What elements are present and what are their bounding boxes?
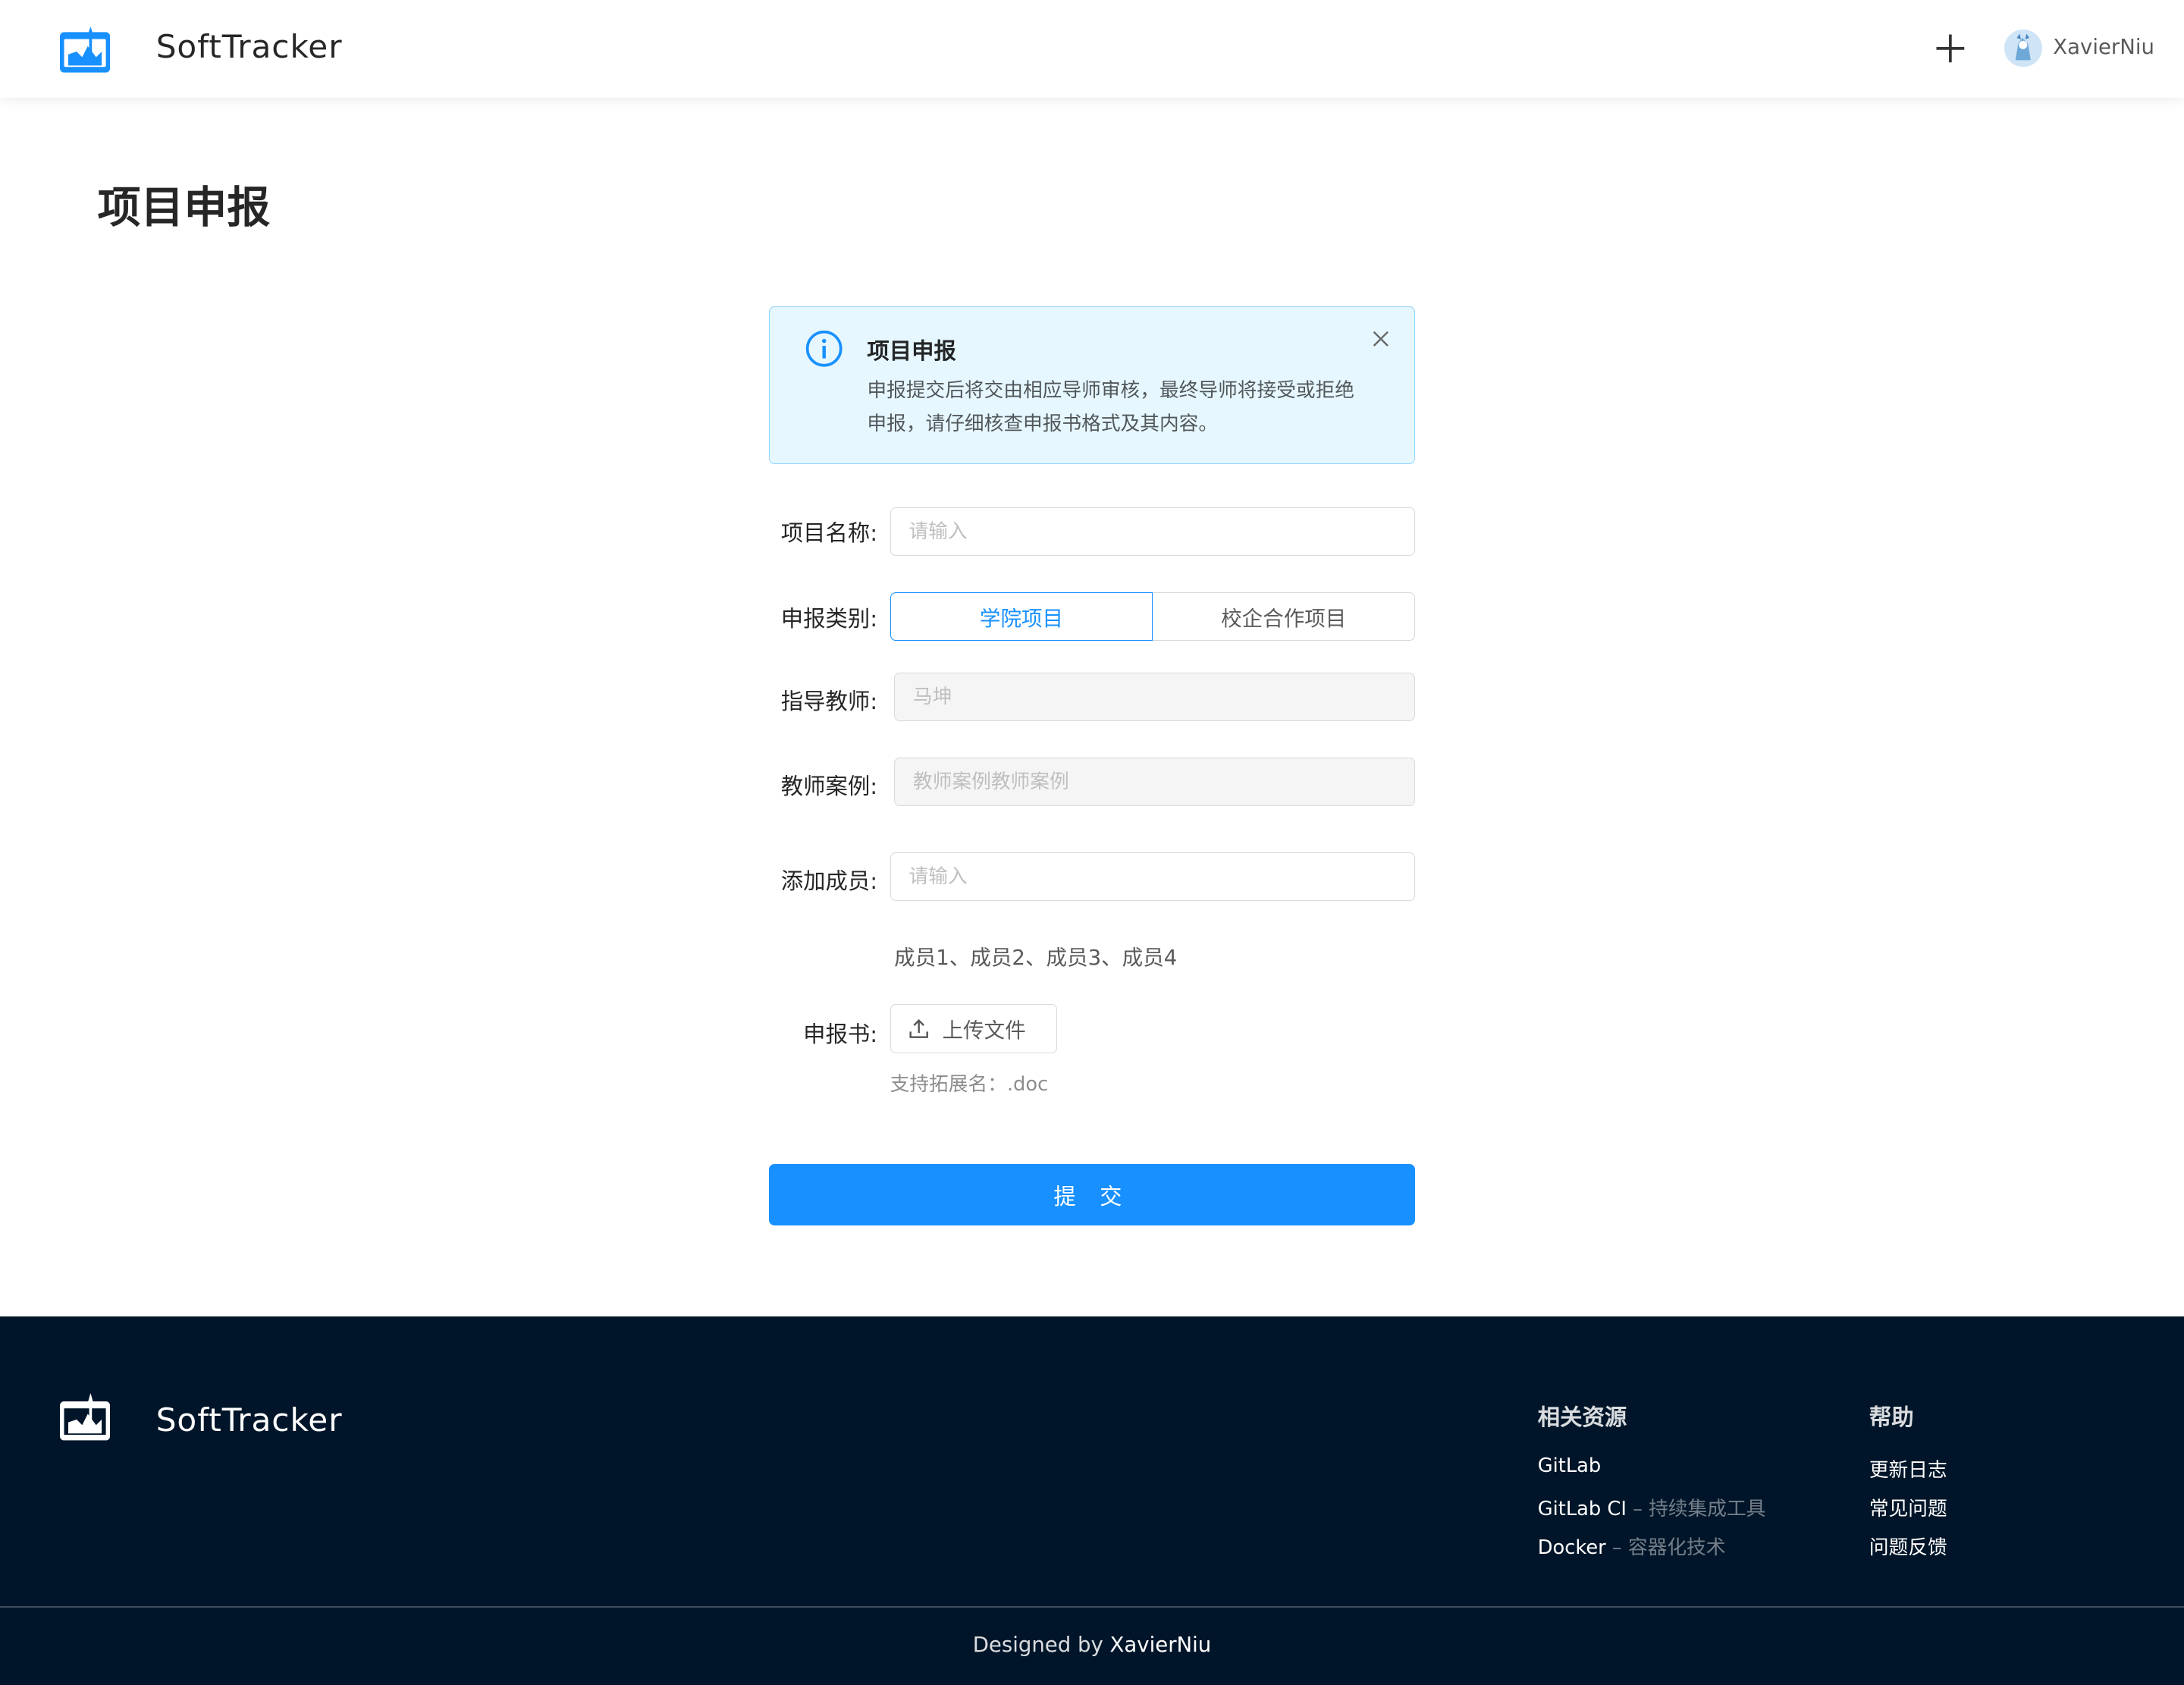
footer-link-docker[interactable]: Docker – 容器化技术 [1538,1532,1726,1560]
resources-title: 相关资源 [1537,1404,1627,1430]
footer-credits: Designed by XavierNiu [0,1633,2184,1657]
footer-brand-name: SoftTracker [155,1401,343,1439]
member-list: 成员1、成员2、成员3、成员4 [894,945,1178,970]
upload-icon [909,1018,928,1038]
designer-name[interactable]: XavierNiu [1110,1633,1212,1657]
footer-link-gitlab-ci-desc: 持续集成工具 [1649,1497,1766,1520]
footer-link-feedback[interactable]: 问题反馈 [1869,1532,1947,1560]
footer-link-faq[interactable]: 常见问题 [1869,1493,1947,1521]
brand-name[interactable]: SoftTracker [156,28,343,65]
footer-link-changelog[interactable]: 更新日志 [1869,1454,1947,1483]
category-label: 申报类别: [780,606,878,632]
footer-link-gitlab-name: GitLab [1537,1454,1602,1477]
teacher-case-input [894,758,1416,807]
softtracker-logo-icon [59,1392,111,1441]
upload-hint: 支持拓展名：.doc [890,1072,1049,1096]
footer-link-gitlab-ci-name: GitLab CI [1537,1497,1627,1520]
footer-divider [0,1605,2184,1608]
footer-link-docker-name: Docker [1537,1536,1606,1560]
help-title: 帮助 [1869,1404,1914,1430]
footer-link-docker-desc: 容器化技术 [1627,1536,1726,1560]
page-footer: SoftTracker 相关资源 GitLab GitLab CI – 持续集成… [0,1316,2184,1685]
project-name-label: 项目名称: [780,519,878,546]
alert-description: 申报提交后将交由相应导师审核，最终导师将接受或拒绝申报，请仔细核查申报书格式及其… [867,379,1354,436]
category-option-enterprise[interactable]: 校企合作项目 [1153,591,1416,641]
add-member-label: 添加成员: [780,868,878,894]
upload-file-button[interactable]: 上传文件 [890,1004,1058,1053]
plus-icon[interactable] [1932,30,1969,67]
project-name-input[interactable] [890,507,1416,556]
user-avatar[interactable] [2004,29,2042,67]
page-title: 项目申报 [97,182,271,233]
add-member-input[interactable] [890,852,1416,902]
alert-title: 项目申报 [867,337,956,364]
submit-button[interactable]: 提 交 [768,1164,1416,1226]
category-option-college[interactable]: 学院项目 [890,591,1153,641]
close-icon[interactable] [1371,329,1391,349]
category-radio-group: 学院项目 校企合作项目 [890,591,1416,641]
softtracker-logo-icon[interactable] [59,26,111,73]
info-alert: 项目申报 申报提交后将交由相应导师审核，最终导师将接受或拒绝申报，请仔细核查申报… [768,306,1416,464]
teacher-case-label: 教师案例: [780,773,878,799]
footer-link-gitlab[interactable]: GitLab [1538,1454,1602,1477]
upload-file-label: 上传文件 [942,1018,1026,1043]
info-circle-icon [805,331,843,368]
designed-by-label: Designed by [972,1632,1103,1657]
advisor-label: 指导教师: [780,688,878,714]
avatar-image-icon [2004,29,2042,67]
advisor-input [894,673,1416,722]
footer-link-gitlab-ci[interactable]: GitLab CI – 持续集成工具 [1538,1493,1766,1521]
proposal-label: 申报书: [803,1021,878,1047]
username[interactable]: XavierNiu [2053,35,2154,59]
top-header: SoftTracker XavierNiu [0,0,2184,98]
